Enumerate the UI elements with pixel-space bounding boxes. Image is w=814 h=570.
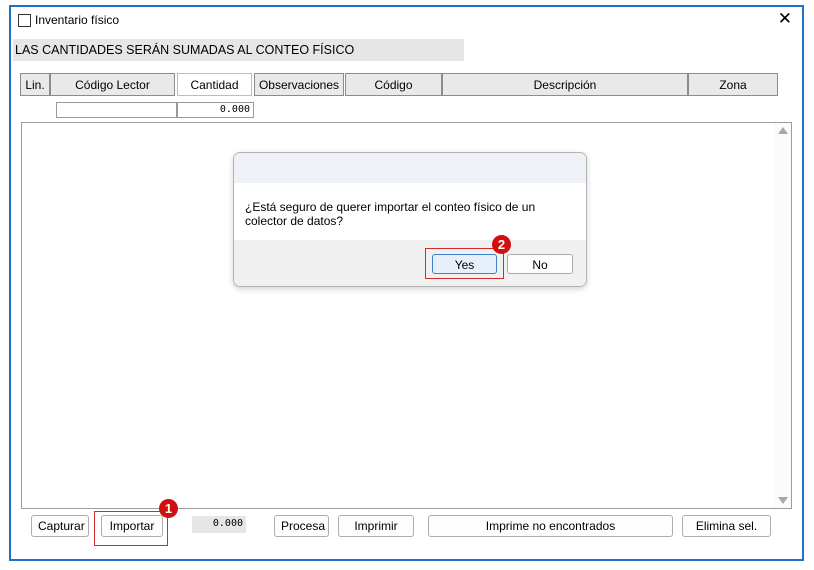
highlight-importar: [94, 511, 168, 546]
elimina-sel-button[interactable]: Elimina sel.: [682, 515, 771, 537]
step-marker-2: 2: [492, 235, 511, 254]
column-header-codigo-lector[interactable]: Código Lector: [50, 73, 175, 96]
record-counter: 0.000: [192, 516, 246, 533]
procesa-button[interactable]: Procesa: [274, 515, 329, 537]
dialog-message: ¿Está seguro de querer importar el conte…: [245, 200, 536, 228]
step-marker-1: 1: [159, 499, 178, 518]
column-header-observaciones[interactable]: Observaciones: [254, 73, 344, 96]
scroll-up-icon[interactable]: [778, 127, 788, 134]
close-icon[interactable]: ✕: [778, 10, 792, 28]
column-header-lin[interactable]: Lin.: [20, 73, 50, 96]
confirm-dialog: ¿Está seguro de querer importar el conte…: [233, 152, 587, 287]
column-header-cantidad[interactable]: Cantidad: [177, 73, 252, 96]
imprimir-button[interactable]: Imprimir: [338, 515, 414, 537]
column-header-codigo[interactable]: Código: [345, 73, 442, 96]
info-banner: LAS CANTIDADES SERÁN SUMADAS AL CONTEO F…: [13, 39, 464, 61]
capturar-button[interactable]: Capturar: [31, 515, 89, 537]
column-header-descripcion[interactable]: Descripción: [442, 73, 688, 96]
scroll-down-icon[interactable]: [778, 497, 788, 504]
dialog-footer: Yes No: [234, 240, 586, 286]
column-header-zona[interactable]: Zona: [688, 73, 778, 96]
vertical-scrollbar[interactable]: [774, 123, 791, 508]
window-title: Inventario físico: [35, 13, 120, 27]
highlight-yes: [425, 248, 504, 279]
dialog-header: [234, 153, 586, 183]
imprime-no-encontrados-button[interactable]: Imprime no encontrados: [428, 515, 673, 537]
title-bar: Inventario físico ✕: [11, 7, 802, 33]
inventario-window: Inventario físico ✕ LAS CANTIDADES SERÁN…: [9, 5, 804, 561]
window-icon: [18, 14, 31, 27]
filter-cantidad-input[interactable]: 0.000: [177, 102, 254, 118]
filter-codigo-lector-input[interactable]: [56, 102, 177, 118]
no-button[interactable]: No: [507, 254, 573, 274]
